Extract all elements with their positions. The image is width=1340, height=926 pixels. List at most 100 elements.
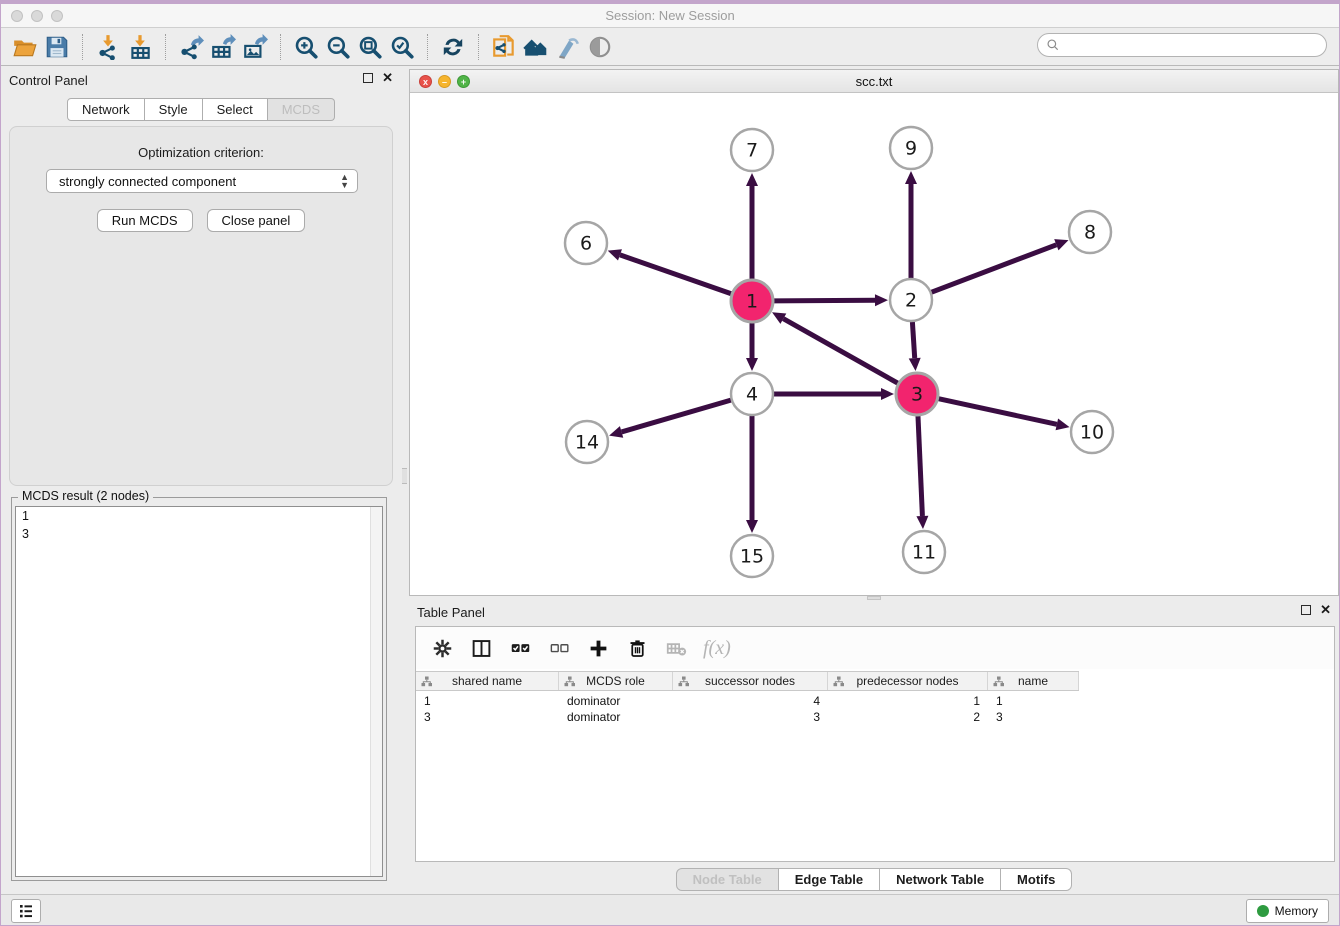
first-neighbors-icon[interactable] <box>520 32 552 62</box>
edge-1-6[interactable] <box>608 249 732 294</box>
node-8[interactable]: 8 <box>1069 211 1111 253</box>
zoom-out-icon[interactable] <box>322 32 354 62</box>
float-panel-icon[interactable] <box>363 73 373 83</box>
column-header-name[interactable]: name <box>988 672 1079 690</box>
node-14[interactable]: 14 <box>566 421 608 463</box>
export-image-icon[interactable] <box>239 32 271 62</box>
search-input[interactable] <box>1065 36 1326 54</box>
export-table-icon <box>210 34 236 60</box>
zoom-selected-icon[interactable] <box>386 32 418 62</box>
select-all-icon[interactable] <box>508 636 532 660</box>
table-cell[interactable]: 1 <box>416 693 559 709</box>
application-window: Session: New Session Control Panel ✕ Net… <box>1 4 1339 925</box>
delete-icon[interactable] <box>625 636 649 660</box>
node-1[interactable]: 1 <box>731 280 773 322</box>
node-2[interactable]: 2 <box>890 279 932 321</box>
column-header-MCDS-role[interactable]: MCDS role <box>559 672 673 690</box>
toolbar-separator <box>165 34 166 60</box>
edge-3-10[interactable] <box>938 399 1069 431</box>
node-7[interactable]: 7 <box>731 129 773 171</box>
tab-edge-table[interactable]: Edge Table <box>779 868 880 891</box>
tab-network[interactable]: Network <box>67 98 145 121</box>
refresh-icon[interactable] <box>437 32 469 62</box>
export-network-icon[interactable] <box>175 32 207 62</box>
tab-style[interactable]: Style <box>145 98 203 121</box>
table-row[interactable]: 1dominator411 <box>416 693 1079 709</box>
splitter-grip[interactable] <box>402 468 407 484</box>
export-network-icon <box>178 34 204 60</box>
node-3[interactable]: 3 <box>896 373 938 415</box>
table-row[interactable]: 3dominator323 <box>416 709 1079 725</box>
edge-1-2[interactable] <box>774 294 888 306</box>
gear-icon[interactable] <box>430 636 454 660</box>
node-4[interactable]: 4 <box>731 373 773 415</box>
status-list-button[interactable] <box>11 899 41 923</box>
node-15[interactable]: 15 <box>731 535 773 577</box>
duplicate-network-icon <box>491 34 517 60</box>
table-cell[interactable]: 4 <box>673 693 828 709</box>
edge-2-8[interactable] <box>932 239 1069 292</box>
table-cell[interactable]: dominator <box>559 709 673 725</box>
zoom-fit-icon[interactable] <box>354 32 386 62</box>
column-header-predecessor-nodes[interactable]: predecessor nodes <box>828 672 988 690</box>
tab-mcds[interactable]: MCDS <box>268 98 335 121</box>
list-scrollbar[interactable] <box>370 507 382 876</box>
tab-select[interactable]: Select <box>203 98 268 121</box>
edge-4-14[interactable] <box>609 400 731 438</box>
tab-motifs[interactable]: Motifs <box>1001 868 1072 891</box>
edge-4-15[interactable] <box>746 416 758 533</box>
export-table-icon[interactable] <box>207 32 239 62</box>
search-box[interactable] <box>1037 33 1327 57</box>
duplicate-network-icon[interactable] <box>488 32 520 62</box>
import-network-icon[interactable] <box>92 32 124 62</box>
run-mcds-button[interactable]: Run MCDS <box>97 209 193 232</box>
close-panel-icon[interactable]: ✕ <box>382 73 393 83</box>
edge-1-4[interactable] <box>746 323 758 371</box>
save-session-icon[interactable] <box>41 32 73 62</box>
criterion-value: strongly connected component <box>59 174 236 189</box>
close-table-panel-icon[interactable]: ✕ <box>1320 605 1331 615</box>
import-table-icon[interactable] <box>124 32 156 62</box>
edge-2-3[interactable] <box>909 322 921 371</box>
deselect-all-icon[interactable] <box>547 636 571 660</box>
mcds-result-item[interactable]: 1 <box>16 507 382 525</box>
edge-2-9[interactable] <box>905 171 917 278</box>
mcds-result-list[interactable]: 13 <box>15 506 383 877</box>
node-10[interactable]: 10 <box>1071 411 1113 453</box>
criterion-select[interactable]: strongly connected component ▲▼ <box>46 169 358 193</box>
table-cell[interactable]: dominator <box>559 693 673 709</box>
graphics-details-icon[interactable] <box>552 32 584 62</box>
table-cell[interactable]: 3 <box>416 709 559 725</box>
tab-network-table[interactable]: Network Table <box>880 868 1001 891</box>
table-cell[interactable]: 1 <box>988 693 1079 709</box>
memory-button[interactable]: Memory <box>1246 899 1329 923</box>
table-cell[interactable]: 2 <box>828 709 988 725</box>
columns-icon[interactable] <box>469 636 493 660</box>
control-panel-title: Control Panel <box>9 73 88 88</box>
add-icon[interactable] <box>586 636 610 660</box>
eye-icon[interactable] <box>584 32 616 62</box>
import-table-icon <box>127 34 153 60</box>
column-header-successor-nodes[interactable]: successor nodes <box>673 672 828 690</box>
edge-3-1[interactable] <box>772 312 898 383</box>
close-panel-button[interactable]: Close panel <box>207 209 306 232</box>
node-6[interactable]: 6 <box>565 222 607 264</box>
tab-node-table[interactable]: Node Table <box>676 868 779 891</box>
edge-1-7[interactable] <box>746 173 758 279</box>
network-canvas[interactable]: 7 9 6 8 1 2 4 3 14 10 15 11 <box>410 93 1338 595</box>
vertical-splitter[interactable] <box>401 68 409 894</box>
mcds-result-item[interactable]: 3 <box>16 525 382 543</box>
edge-4-3[interactable] <box>774 388 894 400</box>
open-file-icon[interactable] <box>9 32 41 62</box>
network-window-titlebar[interactable]: x–+ scc.txt <box>410 70 1338 93</box>
zoom-in-icon[interactable] <box>290 32 322 62</box>
eye-icon <box>587 34 613 60</box>
float-table-panel-icon[interactable] <box>1301 605 1311 615</box>
table-cell[interactable]: 3 <box>673 709 828 725</box>
table-cell[interactable]: 3 <box>988 709 1079 725</box>
node-9[interactable]: 9 <box>890 127 932 169</box>
table-cell[interactable]: 1 <box>828 693 988 709</box>
node-11[interactable]: 11 <box>903 531 945 573</box>
edge-3-11[interactable] <box>916 416 928 529</box>
column-header-shared-name[interactable]: shared name <box>416 672 559 690</box>
